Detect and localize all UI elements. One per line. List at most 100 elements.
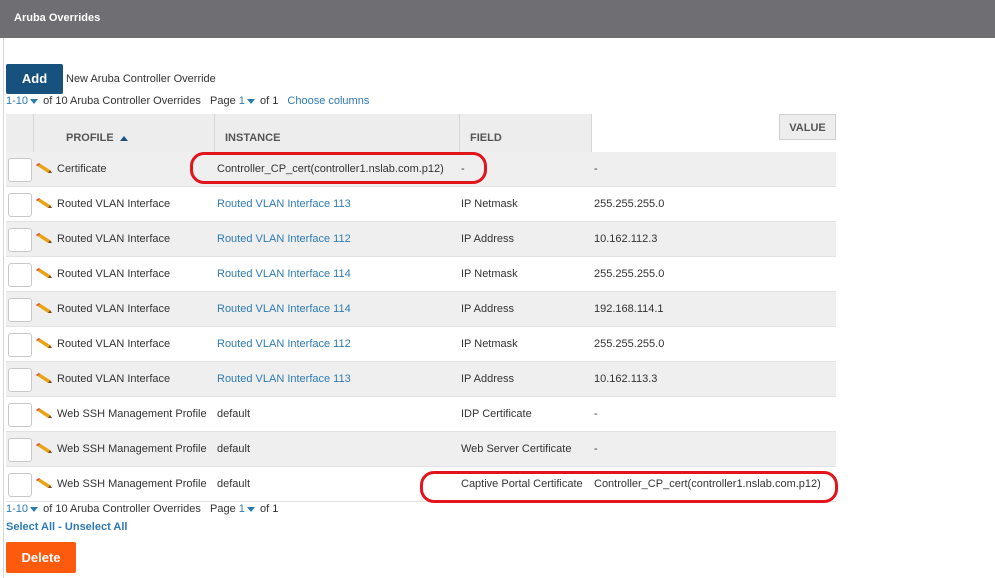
- profile-cell: Web SSH Management Profile: [57, 478, 207, 490]
- row-checkbox[interactable]: [8, 228, 32, 252]
- chevron-down-icon[interactable]: [30, 98, 39, 104]
- pencil-edit-icon[interactable]: [36, 373, 52, 383]
- value-cell: -: [594, 443, 598, 455]
- table-row[interactable]: Web SSH Management Profile default IDP Cer…: [6, 397, 836, 432]
- pencil-edit-icon[interactable]: [36, 163, 52, 173]
- instance-cell[interactable]: Routed VLAN Interface 114: [217, 303, 351, 315]
- row-checkbox[interactable]: [8, 368, 32, 392]
- value-cell: -: [594, 408, 598, 420]
- profile-cell: Routed VLAN Interface: [57, 338, 171, 350]
- unselect-all-link[interactable]: Unselect All: [65, 521, 128, 533]
- field-cell: IP Netmask: [461, 198, 518, 210]
- instance-cell: default: [217, 478, 251, 490]
- table-row[interactable]: Routed VLAN Interface Routed VLAN Interfa…: [6, 187, 836, 222]
- choose-columns-link[interactable]: Choose columns: [287, 95, 369, 107]
- field-cell: IP Address: [461, 233, 514, 245]
- table-row[interactable]: Web SSH Management Profile default Web Ser…: [6, 432, 836, 467]
- value-cell: 10.162.113.3: [594, 373, 658, 385]
- row-checkbox[interactable]: [8, 298, 32, 322]
- chevron-down-icon[interactable]: [30, 506, 39, 512]
- header-bar: Aruba Overrides: [0, 0, 995, 38]
- pencil-edit-icon[interactable]: [36, 443, 52, 453]
- profile-cell: Web SSH Management Profile: [57, 408, 207, 420]
- row-checkbox[interactable]: [8, 473, 32, 497]
- pencil-edit-icon[interactable]: [36, 338, 52, 348]
- header-profile[interactable]: PROFILE: [34, 114, 215, 152]
- header-profile-label: PROFILE: [66, 132, 114, 144]
- field-cell: IP Address: [461, 303, 514, 315]
- header-instance[interactable]: INSTANCE: [215, 114, 460, 152]
- page-title: Aruba Overrides: [14, 12, 101, 24]
- profile-cell: Certificate: [57, 163, 107, 175]
- pager-total: of 10 Aruba Controller Overrides: [43, 95, 201, 107]
- table-row[interactable]: Routed VLAN Interface Routed VLAN Interfa…: [6, 257, 836, 292]
- pager-page[interactable]: 1: [239, 503, 245, 515]
- pencil-edit-icon[interactable]: [36, 408, 52, 418]
- instance-cell[interactable]: Routed VLAN Interface 113: [217, 373, 351, 385]
- pager-total: of 10 Aruba Controller Overrides: [43, 503, 201, 515]
- value-cell: 255.255.255.0: [594, 198, 665, 210]
- value-cell: 255.255.255.0: [594, 268, 665, 280]
- pencil-edit-icon[interactable]: [36, 233, 52, 243]
- select-links: Select All - Unselect All: [6, 521, 127, 533]
- row-checkbox[interactable]: [8, 263, 32, 287]
- profile-cell: Routed VLAN Interface: [57, 233, 171, 245]
- pencil-edit-icon[interactable]: [36, 268, 52, 278]
- delete-button[interactable]: Delete: [6, 542, 76, 573]
- header-instance-label: INSTANCE: [225, 132, 281, 144]
- pager-range[interactable]: 1-10: [6, 95, 28, 107]
- pager-range[interactable]: 1-10: [6, 503, 28, 515]
- value-cell: 192.168.114.1: [594, 303, 664, 315]
- row-checkbox[interactable]: [8, 333, 32, 357]
- table-row[interactable]: Routed VLAN Interface Routed VLAN Interfa…: [6, 222, 836, 257]
- add-button[interactable]: Add: [6, 64, 63, 94]
- pager-page-label: Page: [210, 95, 236, 107]
- field-cell: Web Server Certificate: [461, 443, 572, 455]
- pager-page[interactable]: 1: [239, 95, 245, 107]
- header-value[interactable]: VALUE: [779, 114, 836, 140]
- profile-cell: Routed VLAN Interface: [57, 303, 171, 315]
- select-all-link[interactable]: Select All: [6, 521, 55, 533]
- header-select: [6, 114, 34, 152]
- instance-cell: default: [217, 408, 251, 420]
- table-row[interactable]: Routed VLAN Interface Routed VLAN Interfa…: [6, 327, 836, 362]
- instance-cell[interactable]: Routed VLAN Interface 113: [217, 198, 351, 210]
- field-cell: IP Netmask: [461, 268, 518, 280]
- row-checkbox[interactable]: [8, 403, 32, 427]
- field-cell: IDP Certificate: [461, 408, 532, 420]
- pencil-edit-icon[interactable]: [36, 303, 52, 313]
- select-separator: -: [55, 521, 65, 533]
- chevron-down-icon[interactable]: [246, 98, 255, 104]
- pager-top: 1-10 of 10 Aruba Controller Overrides Pa…: [6, 95, 369, 107]
- table-body: Certificate Controller_CP_cert(controller…: [6, 152, 836, 502]
- row-checkbox[interactable]: [8, 193, 32, 217]
- row-checkbox[interactable]: [8, 438, 32, 462]
- table-row[interactable]: Routed VLAN Interface Routed VLAN Interfa…: [6, 292, 836, 327]
- instance-cell[interactable]: Routed VLAN Interface 114: [217, 268, 351, 280]
- annotation-highlight: [420, 471, 838, 503]
- pencil-edit-icon[interactable]: [36, 198, 52, 208]
- field-cell: IP Address: [461, 373, 514, 385]
- value-cell: -: [594, 163, 598, 175]
- header-field-label: FIELD: [470, 132, 502, 144]
- profile-cell: Routed VLAN Interface: [57, 268, 171, 280]
- add-caption: New Aruba Controller Override: [66, 73, 216, 85]
- profile-cell: Routed VLAN Interface: [57, 373, 171, 385]
- profile-cell: Web SSH Management Profile: [57, 443, 207, 455]
- row-checkbox[interactable]: [8, 158, 32, 182]
- annotation-highlight: [190, 152, 487, 184]
- table-header: PROFILE INSTANCE FIELD VALUE: [6, 114, 836, 152]
- instance-cell[interactable]: Routed VLAN Interface 112: [217, 338, 351, 350]
- header-value-label: VALUE: [789, 122, 826, 134]
- header-field[interactable]: FIELD: [460, 114, 592, 152]
- profile-cell: Routed VLAN Interface: [57, 198, 171, 210]
- sort-asc-icon: [119, 135, 128, 141]
- instance-cell[interactable]: Routed VLAN Interface 112: [217, 233, 351, 245]
- pager-of: of 1: [259, 503, 279, 515]
- chevron-down-icon[interactable]: [246, 506, 255, 512]
- value-cell: 10.162.112.3: [594, 233, 658, 245]
- table-row[interactable]: Routed VLAN Interface Routed VLAN Interfa…: [6, 362, 836, 397]
- instance-cell: default: [217, 443, 251, 455]
- pencil-edit-icon[interactable]: [36, 478, 52, 488]
- pager-bottom: 1-10 of 10 Aruba Controller Overrides Pa…: [6, 503, 278, 515]
